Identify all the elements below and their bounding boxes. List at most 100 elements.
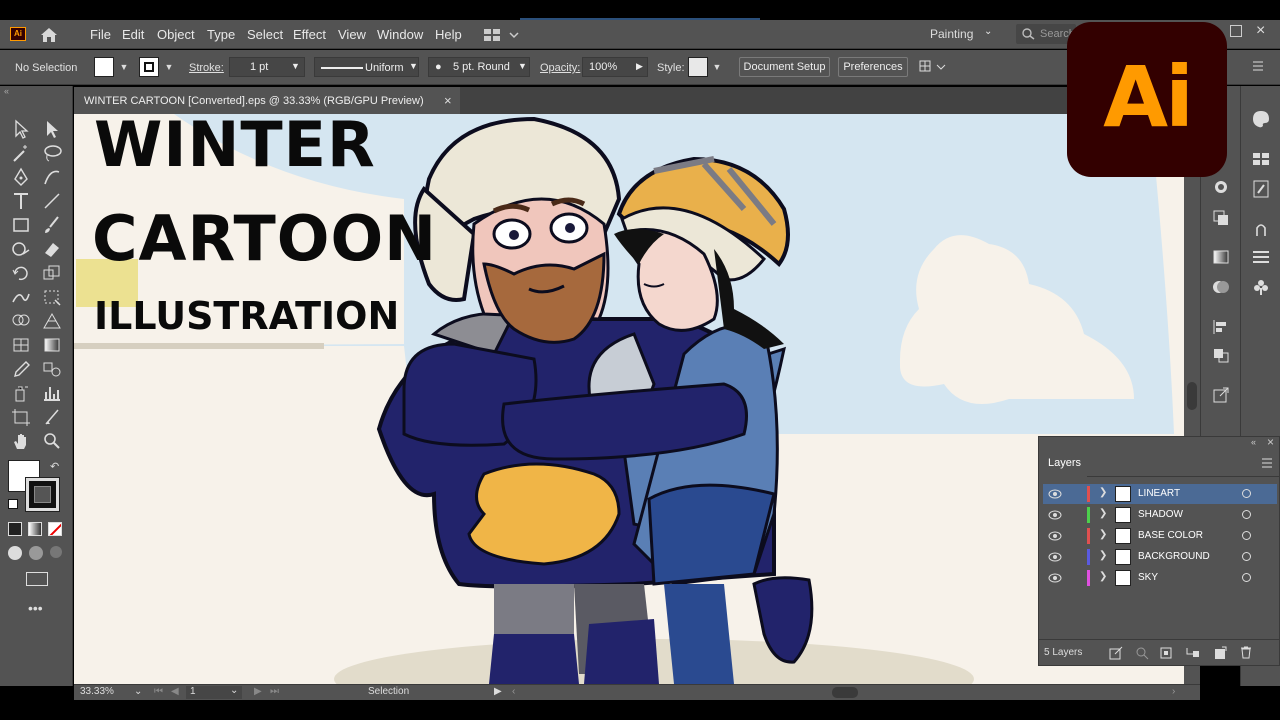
visibility-eye-icon[interactable] (1048, 509, 1062, 521)
layer-name[interactable]: SKY (1138, 572, 1158, 583)
color-mode-icon[interactable] (8, 522, 22, 536)
layer-name[interactable]: BACKGROUND (1138, 551, 1210, 562)
type-tool-icon[interactable] (9, 190, 33, 212)
draw-normal-icon[interactable] (8, 546, 22, 560)
symbols-icon[interactable] (1249, 218, 1273, 240)
preferences-button[interactable]: Preferences (838, 57, 908, 77)
menu-help[interactable]: Help (435, 27, 462, 42)
chevron-down-icon[interactable]: ⌄ (134, 686, 142, 697)
default-colors-icon[interactable] (8, 499, 18, 509)
slice-tool-icon[interactable] (40, 406, 64, 428)
appearance-icon[interactable] (1209, 176, 1233, 198)
magic-wand-tool-icon[interactable] (9, 142, 33, 164)
paintbrush-tool-icon[interactable] (40, 214, 64, 236)
lasso-tool-icon[interactable] (40, 142, 64, 164)
chevron-down-icon[interactable]: ▼ (710, 57, 724, 77)
first-artboard-icon[interactable]: ⏮ (154, 686, 163, 697)
transparency-icon[interactable] (1209, 276, 1233, 298)
blend-tool-icon[interactable] (40, 358, 64, 380)
layer-row[interactable]: ❯ BASE COLOR (1043, 526, 1277, 546)
layer-row[interactable]: ❯ BACKGROUND (1043, 547, 1277, 567)
layer-name[interactable]: SHADOW (1138, 509, 1183, 520)
rectangle-tool-icon[interactable] (9, 214, 33, 236)
menu-edit[interactable]: Edit (122, 27, 144, 42)
eyedropper-tool-icon[interactable] (9, 358, 33, 380)
close-tab-icon[interactable]: × (444, 93, 452, 108)
panel-menu-icon[interactable] (1261, 457, 1273, 468)
target-circle-icon[interactable] (1242, 489, 1251, 498)
curvature-tool-icon[interactable] (40, 166, 64, 188)
menu-select[interactable]: Select (247, 27, 283, 42)
menu-file[interactable]: File (90, 27, 111, 42)
opacity-field[interactable]: 100% ▶ (582, 57, 648, 77)
warp-tool-icon[interactable] (9, 286, 33, 308)
symbol-sprayer-tool-icon[interactable] (9, 382, 33, 404)
draw-inside-icon[interactable] (50, 546, 62, 558)
line-tool-icon[interactable] (40, 190, 64, 212)
delete-layer-icon[interactable] (1239, 645, 1253, 659)
menu-view[interactable]: View (338, 27, 366, 42)
swap-fill-stroke-icon[interactable]: ↶ (50, 460, 59, 473)
chevron-down-icon[interactable]: ▼ (162, 57, 176, 77)
visibility-eye-icon[interactable] (1048, 488, 1062, 500)
zoom-tool-icon[interactable] (40, 430, 64, 452)
scroll-right-icon[interactable]: › (1172, 686, 1175, 697)
artboard-number-field[interactable]: 1 ⌄ (186, 685, 242, 699)
expand-arrow-icon[interactable]: ❯ (1099, 529, 1107, 540)
graphic-styles-icon[interactable] (1209, 206, 1233, 228)
selection-tool-icon[interactable] (9, 118, 33, 140)
gradient-panel-icon[interactable] (1209, 246, 1233, 268)
stroke-swatch[interactable] (139, 57, 159, 77)
draw-behind-icon[interactable] (29, 546, 43, 560)
direct-selection-tool-icon[interactable] (40, 118, 64, 140)
target-circle-icon[interactable] (1242, 573, 1251, 582)
expand-arrow-icon[interactable]: ❯ (1099, 487, 1107, 498)
stroke-label[interactable]: Stroke: (189, 62, 224, 74)
layer-row[interactable]: ❯ LINEART (1043, 484, 1277, 504)
pen-tool-icon[interactable] (9, 166, 33, 188)
screen-mode-icon[interactable] (26, 572, 48, 586)
chevron-down-icon[interactable]: ⌄ (984, 26, 992, 37)
none-mode-icon[interactable] (48, 522, 62, 536)
artboard-tool-icon[interactable] (9, 406, 33, 428)
layers-tab[interactable]: Layers (1039, 449, 1087, 477)
workspace-switcher[interactable]: Painting (930, 27, 973, 41)
arrange-icon[interactable] (917, 58, 947, 76)
document-setup-button[interactable]: Document Setup (739, 57, 830, 77)
restore-window-icon[interactable] (1230, 25, 1242, 37)
close-window-icon[interactable]: × (1256, 22, 1265, 40)
close-panel-icon[interactable]: × (1267, 435, 1274, 449)
scale-tool-icon[interactable] (40, 262, 64, 284)
shaper-tool-icon[interactable] (9, 238, 33, 260)
align-icon[interactable] (1209, 316, 1233, 338)
free-transform-tool-icon[interactable] (40, 286, 64, 308)
status-menu-icon[interactable]: ▶ (494, 686, 502, 697)
collapse-panel-icon[interactable]: « (1251, 437, 1256, 447)
target-circle-icon[interactable] (1242, 510, 1251, 519)
menu-effect[interactable]: Effect (293, 27, 326, 42)
visibility-eye-icon[interactable] (1048, 551, 1062, 563)
stroke-profile-select[interactable]: Uniform ▼ (314, 57, 419, 77)
next-artboard-icon[interactable]: ▶ (254, 686, 262, 697)
layer-row[interactable]: ❯ SHADOW (1043, 505, 1277, 525)
target-circle-icon[interactable] (1242, 552, 1251, 561)
character-icon[interactable] (1249, 276, 1273, 298)
pathfinder-icon[interactable] (1209, 344, 1233, 366)
new-layer-icon[interactable] (1213, 646, 1227, 660)
previous-artboard-icon[interactable]: ◀ (171, 686, 179, 697)
brushes-icon[interactable] (1249, 178, 1273, 200)
scroll-left-icon[interactable]: ‹ (512, 686, 515, 697)
zoom-level[interactable]: 33.33% (80, 686, 114, 697)
menu-type[interactable]: Type (207, 27, 235, 42)
target-circle-icon[interactable] (1242, 531, 1251, 540)
opacity-label[interactable]: Opacity: (540, 62, 580, 74)
stroke-weight-field[interactable]: 1 pt ▼ (229, 57, 305, 77)
canvas-horizontal-scrollbar[interactable] (832, 687, 858, 698)
eraser-tool-icon[interactable] (40, 238, 64, 260)
clipping-mask-icon[interactable] (1159, 646, 1173, 660)
column-graph-tool-icon[interactable] (40, 382, 64, 404)
gradient-tool-icon[interactable] (40, 334, 64, 356)
expand-arrow-icon[interactable]: ❯ (1099, 508, 1107, 519)
home-icon[interactable] (38, 25, 60, 45)
shape-builder-tool-icon[interactable] (9, 310, 33, 332)
